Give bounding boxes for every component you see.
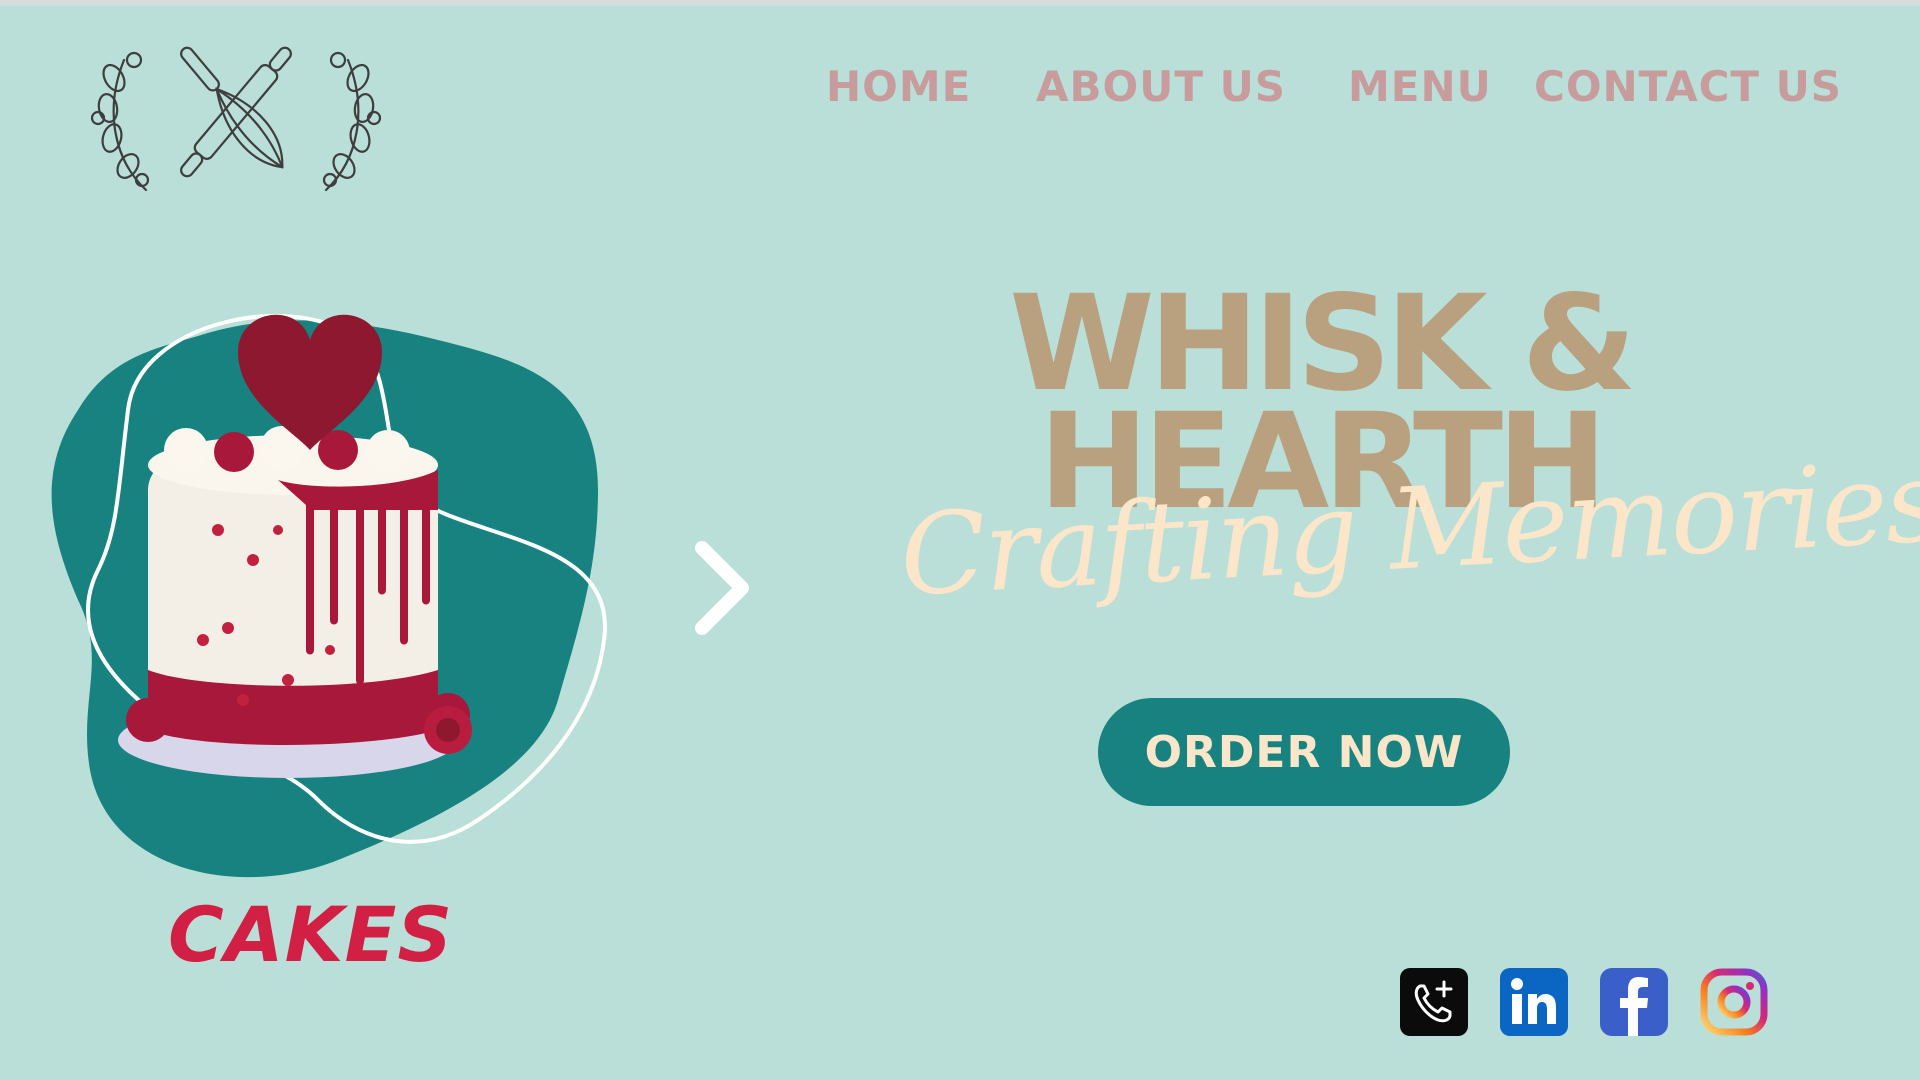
cake-carousel-image[interactable] xyxy=(38,300,618,890)
nav-contact-us[interactable]: CONTACT US xyxy=(1534,62,1842,111)
chevron-right-icon[interactable] xyxy=(690,540,754,636)
linkedin-icon[interactable] xyxy=(1500,968,1568,1036)
phone-icon[interactable] xyxy=(1400,968,1468,1036)
top-border xyxy=(0,0,1920,6)
nav-menu[interactable]: MENU xyxy=(1348,62,1492,111)
nav-home[interactable]: HOME xyxy=(826,62,971,111)
category-label: CAKES xyxy=(168,890,454,979)
cake-image xyxy=(51,313,607,878)
nav-about-us[interactable]: ABOUT US xyxy=(1036,62,1286,111)
main-nav: HOME ABOUT US MENU CONTACT US xyxy=(0,62,1920,122)
order-now-button[interactable]: ORDER NOW xyxy=(1098,698,1510,806)
facebook-icon[interactable] xyxy=(1600,968,1668,1036)
instagram-icon[interactable] xyxy=(1700,968,1768,1036)
